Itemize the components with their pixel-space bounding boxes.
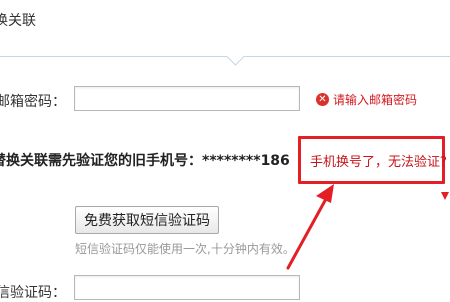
error-text: 请输入邮箱密码 (333, 92, 418, 107)
header: 换关联 (0, 0, 450, 56)
sms-hint-text: 短信验证码仅能使用一次,十分钟内有效。 (75, 242, 295, 256)
annotation-arrow-head (316, 184, 334, 203)
header-title: 换关联 (0, 13, 36, 29)
sms-code-label: 信验证码： (0, 285, 66, 301)
email-password-error: ✕ 请输入邮箱密码 (316, 91, 417, 107)
email-password-label: 邮箱密码： (0, 94, 66, 110)
get-sms-code-button[interactable]: 免费获取短信验证码 (75, 206, 219, 234)
phone-changed-link[interactable]: 手机换号了，无法验证？ (310, 151, 450, 170)
email-password-input[interactable] (74, 86, 300, 111)
verify-old-phone-text: 替换关联需先验证您的旧手机号：********186 (0, 153, 290, 169)
annotation-arrow-tip-right (441, 192, 449, 200)
annotation-arrow-line (286, 195, 329, 270)
error-x-icon: ✕ (316, 92, 329, 106)
sms-code-input[interactable] (74, 275, 300, 300)
